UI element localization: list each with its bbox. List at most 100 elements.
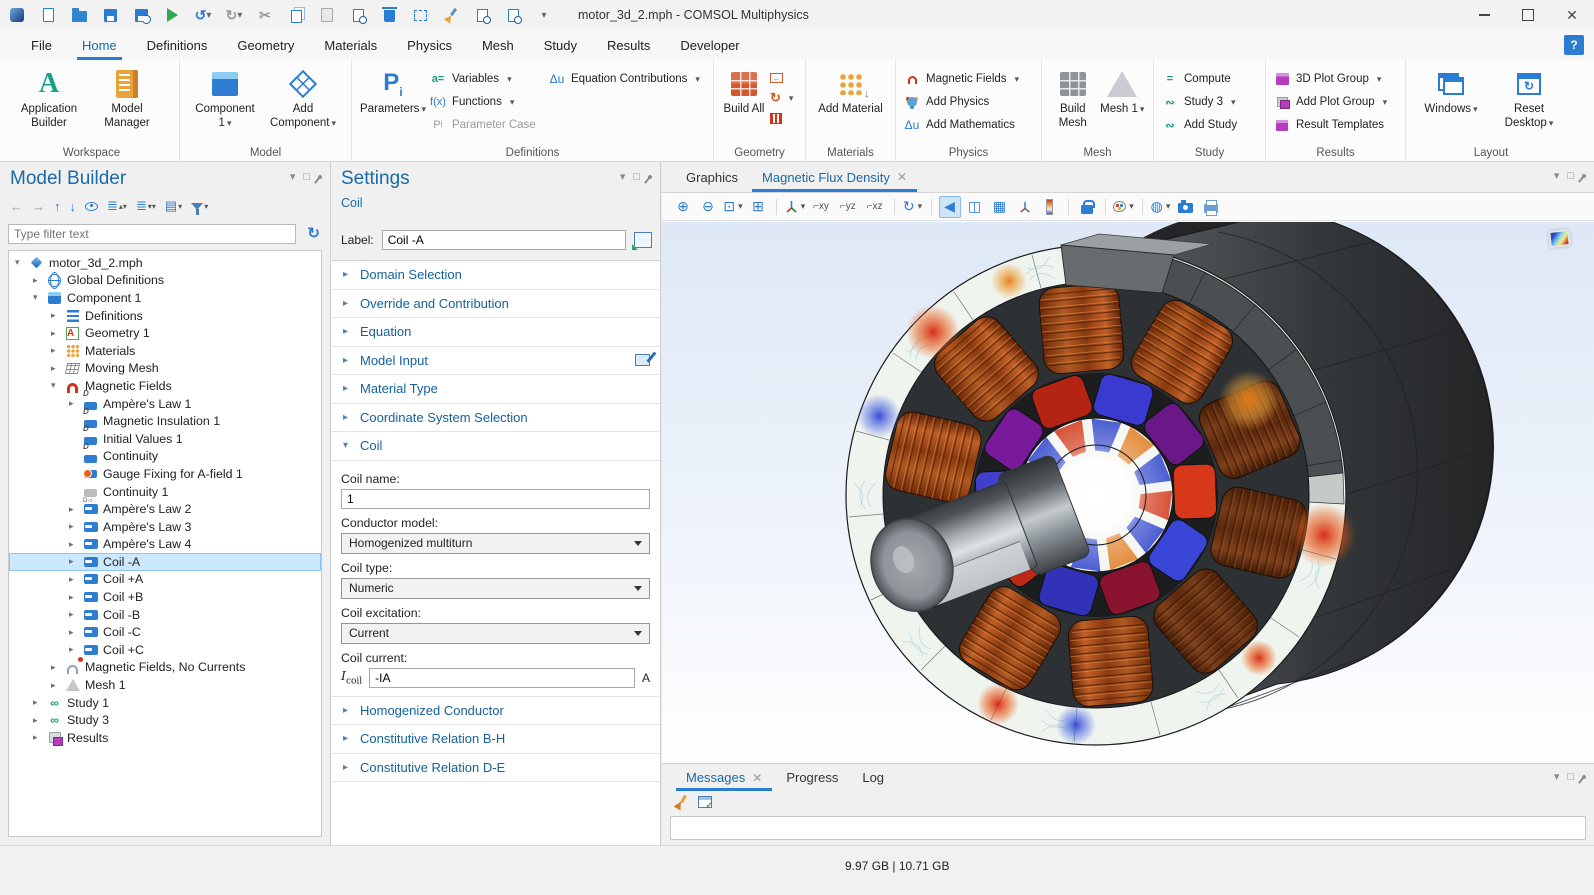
tree-node-study-1[interactable]: ▸Study 1 [9, 694, 321, 712]
tree-node-component-1[interactable]: ▾Component 1 [9, 289, 321, 307]
chevron-down-icon[interactable]: ▾ [15, 257, 28, 268]
expand-all-icon[interactable]: ≣▾▾ [136, 198, 156, 214]
minimize-button[interactable] [1462, 0, 1506, 30]
model-manager-button[interactable]: Model Manager [90, 66, 164, 130]
clear-messages-icon[interactable] [674, 795, 688, 809]
collapse-all-icon[interactable]: ≣▴▾ [107, 198, 127, 214]
remove-details-button[interactable] [770, 110, 793, 126]
panel-float-icon[interactable]: □ [1567, 170, 1574, 182]
copy-icon[interactable] [287, 6, 305, 24]
zoom-extents-icon[interactable]: ⊞ [747, 196, 769, 218]
panel-float-icon[interactable]: □ [1567, 771, 1574, 783]
view-xy-icon[interactable]: ⌐xy [809, 199, 833, 214]
tree-node-coil-minus-b[interactable]: ▸Coil -B [9, 606, 321, 624]
equation-contributions-button[interactable]: Δu Equation Contributions▾ [549, 69, 705, 89]
compute-button[interactable]: = Compute [1162, 69, 1237, 89]
view-yz-icon[interactable]: ⌐yz [836, 199, 860, 214]
model-input-edit-icon[interactable] [635, 354, 650, 366]
tree-node-coil-plus-a[interactable]: ▸Coil +A [9, 571, 321, 589]
tree-node-coil-plus-b[interactable]: ▸Coil +B [9, 588, 321, 606]
application-builder-button[interactable]: A Application Builder [12, 66, 86, 130]
chevron-right-icon[interactable]: ▸ [51, 662, 64, 673]
print-icon[interactable] [1200, 196, 1222, 218]
tree-node-initial-values-1[interactable]: Initial Values 1 [9, 430, 321, 448]
panel-pin-icon[interactable] [317, 174, 323, 180]
chevron-right-icon[interactable]: ▸ [33, 732, 46, 743]
refresh-icon[interactable]: ↻ [307, 224, 320, 242]
show-icon[interactable] [85, 202, 98, 211]
panel-pin-icon[interactable] [1581, 173, 1587, 179]
build-all-button[interactable]: Build All [722, 66, 766, 117]
add-plot-group-button[interactable]: Add Plot Group▾ [1274, 92, 1387, 112]
section-constitutive-bh[interactable]: ▸Constitutive Relation B-H [331, 725, 660, 754]
chevron-right-icon[interactable]: ▸ [69, 592, 82, 603]
select-box-icon[interactable] [411, 6, 429, 24]
chevron-right-icon[interactable]: ▸ [69, 556, 82, 567]
color-legend-icon[interactable] [1039, 196, 1061, 218]
section-coordinate-system[interactable]: ▸Coordinate System Selection [331, 404, 660, 433]
close-tab-icon[interactable]: ✕ [897, 170, 907, 184]
tree-node-root[interactable]: ▾motor_3d_2.mph [9, 254, 321, 272]
chevron-right-icon[interactable]: ▸ [51, 345, 64, 356]
paste-icon[interactable] [318, 6, 336, 24]
tab-home[interactable]: Home [67, 30, 132, 60]
coil-excitation-select[interactable]: Current [341, 623, 650, 644]
panel-float-icon[interactable]: □ [633, 171, 640, 183]
tree-node-results[interactable]: ▸Results [9, 729, 321, 747]
tab-file[interactable]: File [16, 30, 67, 60]
tree-node-coil-plus-c[interactable]: ▸Coil +C [9, 641, 321, 659]
windows-button[interactable]: Windows▾ [1414, 66, 1488, 117]
tree-node-magnetic-fields-no-currents[interactable]: ▸Magnetic Fields, No Currents [9, 659, 321, 677]
panel-pin-icon[interactable] [647, 174, 653, 180]
conductor-model-select[interactable]: Homogenized multiturn [341, 533, 650, 554]
panel-menu-icon[interactable]: ▾ [620, 170, 626, 183]
chevron-down-icon[interactable]: ▾ [33, 292, 46, 303]
clear-selection-icon[interactable] [442, 6, 460, 24]
new-file-icon[interactable] [39, 6, 57, 24]
panel-pin-icon[interactable] [1581, 774, 1587, 780]
section-domain-selection[interactable]: ▸Domain Selection [331, 261, 660, 290]
tab-progress[interactable]: Progress [774, 764, 850, 791]
forward-icon[interactable]: → [32, 199, 45, 214]
undo-icon[interactable]: ↺▾ [194, 6, 212, 24]
cut-icon[interactable]: ✂ [256, 6, 274, 24]
add-component-button[interactable]: Add Component▾ [266, 66, 340, 130]
chevron-down-icon[interactable]: ▾ [51, 380, 64, 391]
tree-node-continuity[interactable]: Continuity [9, 448, 321, 466]
scene-light-icon[interactable]: ◀ [939, 196, 961, 218]
tab-mesh[interactable]: Mesh [467, 30, 529, 60]
chevron-right-icon[interactable]: ▸ [69, 574, 82, 585]
chevron-right-icon[interactable]: ▸ [69, 539, 82, 550]
add-physics-button[interactable]: Add Physics [904, 92, 1019, 112]
add-material-button[interactable]: Add Material [814, 66, 887, 117]
grid-icon[interactable]: ▦ [989, 196, 1011, 218]
import-geometry-button[interactable]: ← [770, 70, 793, 86]
add-study-button[interactable]: ∾ Add Study [1162, 115, 1237, 135]
model-tree-nodes-icon[interactable]: ▤▾ [165, 198, 182, 214]
tree-node-materials[interactable]: ▸Materials [9, 342, 321, 360]
component-1-button[interactable]: Component 1▾ [188, 66, 262, 130]
panel-menu-icon[interactable]: ▾ [1554, 169, 1560, 182]
panel-float-icon[interactable]: □ [303, 171, 310, 183]
tab-log[interactable]: Log [850, 764, 896, 791]
move-up-icon[interactable]: ↑ [54, 199, 61, 214]
zoom-out-icon[interactable]: ⊖ [697, 196, 719, 218]
chevron-right-icon[interactable]: ▸ [69, 521, 82, 532]
tab-messages[interactable]: Messages ✕ [674, 764, 774, 791]
snapshot-icon[interactable] [1175, 196, 1197, 218]
view-xz-icon[interactable]: ⌐xz [863, 199, 887, 214]
section-model-input[interactable]: ▸Model Input [331, 347, 660, 376]
tree-node-global-definitions[interactable]: ▸Global Definitions [9, 272, 321, 290]
chevron-right-icon[interactable]: ▸ [69, 398, 82, 409]
tab-results[interactable]: Results [592, 30, 665, 60]
save-icon[interactable] [101, 6, 119, 24]
chevron-right-icon[interactable]: ▸ [69, 504, 82, 515]
magnetic-fields-button[interactable]: Magnetic Fields▾ [904, 69, 1019, 89]
tree-node-mesh-1[interactable]: ▸Mesh 1 [9, 676, 321, 694]
chevron-right-icon[interactable]: ▸ [69, 627, 82, 638]
panel-menu-icon[interactable]: ▾ [1554, 770, 1560, 783]
study-3-button[interactable]: ∾ Study 3▾ [1162, 92, 1237, 112]
section-homogenized-conductor[interactable]: ▸Homogenized Conductor [331, 697, 660, 726]
tab-materials[interactable]: Materials [309, 30, 392, 60]
tab-developer[interactable]: Developer [665, 30, 754, 60]
